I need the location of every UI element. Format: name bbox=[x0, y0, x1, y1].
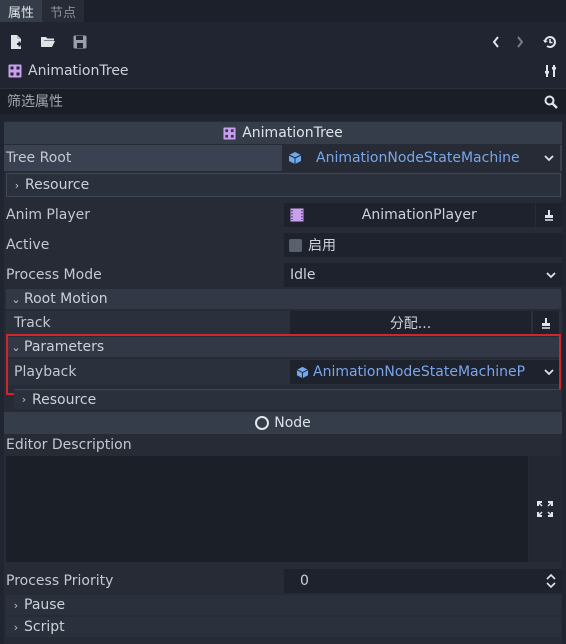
playback-resource-row[interactable]: › Resource bbox=[14, 389, 561, 409]
filter-input[interactable] bbox=[0, 93, 534, 110]
animation-player-icon bbox=[290, 208, 304, 222]
group-pause[interactable]: › Pause bbox=[6, 595, 561, 615]
group-script[interactable]: › Script bbox=[6, 617, 561, 637]
animation-tree-icon bbox=[8, 64, 22, 78]
process-priority-value: 0 bbox=[300, 573, 309, 589]
pause-label: Pause bbox=[24, 597, 66, 613]
object-selector[interactable]: AnimationTree bbox=[0, 58, 566, 84]
search-icon bbox=[544, 95, 558, 109]
history-back-icon[interactable] bbox=[484, 30, 508, 54]
process-priority-label: Process Priority bbox=[6, 573, 114, 589]
group-root-motion[interactable]: ⌄ Root Motion bbox=[6, 289, 561, 309]
chevron-down-icon[interactable] bbox=[546, 271, 556, 279]
track-value: 分配... bbox=[389, 316, 432, 332]
object-name: AnimationTree bbox=[28, 63, 129, 79]
active-checkbox[interactable]: 启用 bbox=[284, 233, 562, 257]
process-mode-label: Process Mode bbox=[6, 267, 102, 283]
animation-tree-icon bbox=[223, 126, 236, 140]
save-icon[interactable] bbox=[68, 30, 92, 54]
process-priority-spinbox[interactable]: 0 bbox=[284, 569, 562, 593]
script-label: Script bbox=[24, 619, 65, 635]
editor-description-textarea[interactable] bbox=[6, 456, 528, 562]
inspector-toolbar bbox=[0, 30, 566, 54]
checkbox-unchecked-icon bbox=[289, 238, 302, 252]
section-title: AnimationTree bbox=[242, 125, 343, 141]
property-track: Track 分配... bbox=[6, 311, 562, 335]
tree-root-resource-row[interactable]: › Resource bbox=[6, 173, 561, 197]
tab-inspector[interactable]: 属性 bbox=[0, 0, 43, 22]
property-active: Active 启用 bbox=[6, 233, 562, 257]
tab-node[interactable]: 节点 bbox=[42, 0, 85, 22]
resource-cube-icon bbox=[288, 151, 302, 165]
property-filter bbox=[0, 88, 566, 114]
anim-player-value: AnimationPlayer bbox=[361, 207, 477, 223]
folder-open-icon[interactable] bbox=[36, 30, 60, 54]
object-history-icon[interactable] bbox=[538, 30, 562, 54]
section-animationtree: AnimationTree bbox=[4, 122, 562, 144]
tools-icon[interactable] bbox=[544, 64, 558, 78]
property-tree-root: Tree Root AnimationNodeStateMachine bbox=[4, 145, 562, 171]
tree-root-value: AnimationNodeStateMachine bbox=[316, 150, 520, 166]
chevron-right-icon: › bbox=[13, 598, 19, 612]
tree-root-label: Tree Root bbox=[6, 150, 72, 166]
history-forward-icon[interactable] bbox=[508, 30, 532, 54]
editor-description-label: Editor Description bbox=[6, 437, 132, 453]
chevron-right-icon: › bbox=[14, 178, 20, 192]
spin-arrows-icon[interactable] bbox=[546, 574, 556, 588]
chevron-down-icon[interactable] bbox=[544, 154, 554, 162]
active-checkbox-label: 启用 bbox=[308, 238, 336, 254]
node-circle-icon bbox=[255, 416, 270, 430]
property-editor-description: Editor Description bbox=[6, 434, 562, 456]
tree-root-resource-label: Resource bbox=[25, 177, 90, 193]
anim-player-label: Anim Player bbox=[6, 207, 90, 223]
process-mode-select[interactable]: Idle bbox=[284, 263, 562, 287]
property-process-priority: Process Priority 0 bbox=[6, 569, 562, 593]
expand-icon[interactable] bbox=[529, 456, 561, 562]
track-assign-button[interactable]: 分配... bbox=[290, 311, 531, 335]
dock-tab-bar: 属性 节点 bbox=[0, 0, 566, 22]
anim-player-picker[interactable]: AnimationPlayer bbox=[283, 203, 536, 227]
playback-resource-label: Resource bbox=[32, 391, 97, 408]
chevron-right-icon: › bbox=[21, 393, 27, 406]
process-mode-value: Idle bbox=[290, 267, 316, 283]
chevron-right-icon: › bbox=[13, 620, 19, 634]
root-motion-label: Root Motion bbox=[24, 291, 108, 307]
clear-icon[interactable] bbox=[533, 311, 559, 335]
highlight-box bbox=[6, 334, 561, 395]
active-label: Active bbox=[6, 237, 50, 253]
property-process-mode: Process Mode Idle bbox=[6, 263, 562, 287]
clear-icon[interactable] bbox=[536, 203, 562, 227]
section-node: Node bbox=[4, 412, 562, 434]
new-script-icon[interactable] bbox=[4, 30, 28, 54]
chevron-down-icon: ⌄ bbox=[11, 292, 21, 306]
track-label: Track bbox=[14, 315, 51, 331]
property-anim-player: Anim Player AnimationPlayer bbox=[6, 203, 562, 227]
node-section-title: Node bbox=[274, 415, 311, 431]
tree-root-picker[interactable]: AnimationNodeStateMachine bbox=[282, 145, 560, 171]
